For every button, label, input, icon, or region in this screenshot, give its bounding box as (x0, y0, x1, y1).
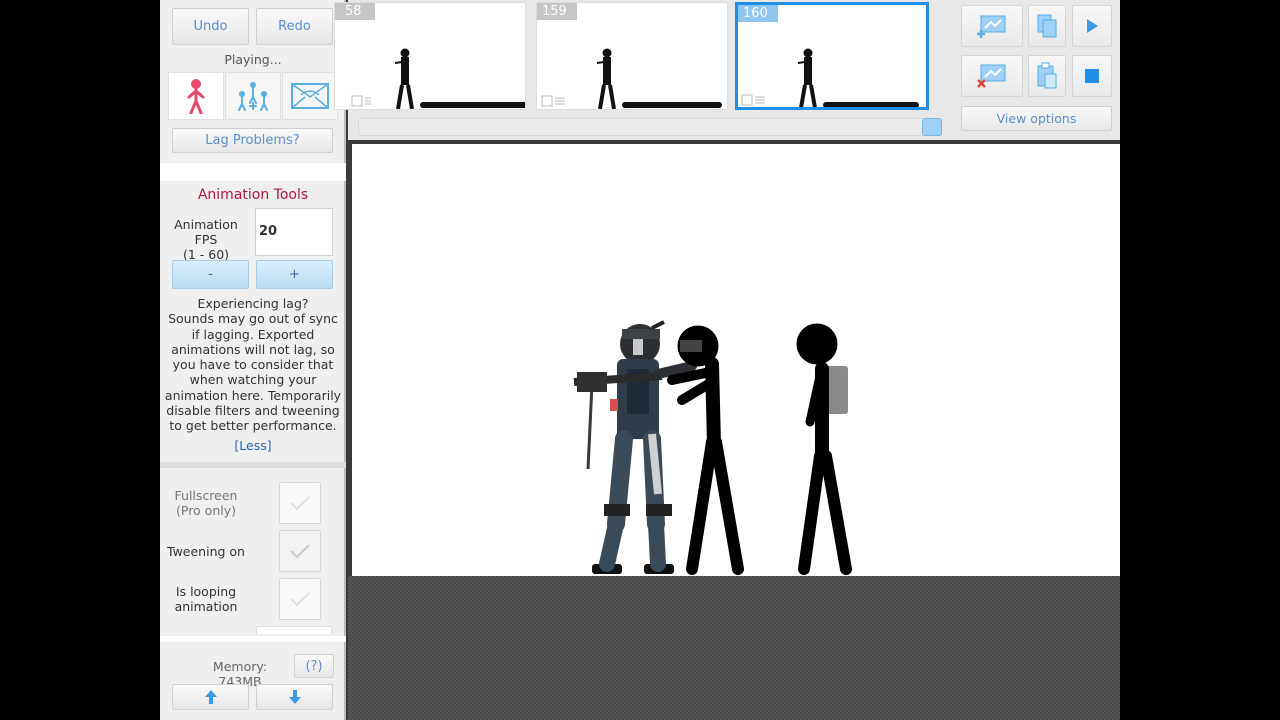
soldier-figure (573, 320, 697, 574)
move-down-button[interactable] (256, 684, 333, 710)
undo-button[interactable]: Undo (172, 8, 249, 45)
paste-frame-button[interactable] (1028, 55, 1066, 97)
divider (160, 462, 346, 468)
fps-label: Animation FPS (1 - 60) (174, 217, 238, 262)
lag-problems-button[interactable]: Lag Problems? (172, 128, 333, 153)
view-options-button[interactable]: View options (961, 106, 1112, 131)
partial-control (256, 626, 332, 634)
stickfigure-red-icon (187, 79, 205, 114)
background-image-icon (291, 83, 329, 109)
checkmark-icon (290, 592, 310, 607)
group-figures-icon (238, 82, 268, 111)
delete-frame-icon (977, 64, 1006, 88)
redo-button[interactable]: Redo (256, 8, 333, 45)
frame-thumbnail[interactable]: 58 (334, 2, 526, 110)
single-figure-mode-button[interactable] (168, 72, 224, 120)
paste-icon (1037, 62, 1057, 89)
animation-canvas[interactable] (352, 144, 1120, 576)
arrow-down-icon (288, 690, 301, 704)
frame-thumbnail[interactable]: 159 (536, 2, 728, 110)
lag-help-text: Experiencing lag? Sounds may go out of s… (164, 296, 342, 434)
playback-status: Playing... (224, 52, 282, 67)
checkmark-icon (290, 496, 310, 511)
stop-icon (1085, 69, 1099, 83)
add-frame-button[interactable] (961, 5, 1023, 47)
looping-checkbox[interactable] (279, 578, 321, 620)
copy-icon (1037, 14, 1057, 38)
fps-input[interactable]: 20 (255, 208, 333, 256)
memory-help-button[interactable]: (?) (294, 654, 334, 678)
less-link[interactable]: [Less] (160, 438, 346, 453)
frame-thumbnail-selected[interactable]: 160 (735, 2, 929, 110)
move-up-button[interactable] (172, 684, 249, 710)
tweening-checkbox[interactable] (279, 530, 321, 572)
frame-preview (741, 48, 919, 107)
fps-increase-button[interactable]: + (256, 260, 333, 289)
scene-figures (573, 320, 852, 575)
frame-preview (541, 48, 722, 109)
app-window: Undo Redo Playing... Lag Problems? Anima… (160, 0, 1120, 720)
looping-label: Is looping animation (174, 584, 238, 614)
multi-figure-mode-button[interactable] (225, 72, 281, 120)
fullscreen-label: Fullscreen (Pro only) (174, 488, 238, 518)
masked-stickman (667, 325, 744, 575)
fullscreen-checkbox[interactable] (279, 482, 321, 524)
divider (160, 636, 346, 642)
divider (160, 163, 346, 181)
frame-tools-panel: View options (952, 0, 1120, 140)
checkmark-icon (290, 544, 310, 559)
animation-tools-title: Animation Tools (197, 187, 309, 203)
add-frame-icon (977, 15, 1006, 38)
frame-preview (351, 48, 525, 109)
tweening-label: Tweening on (167, 544, 245, 559)
ground-area (348, 576, 1120, 720)
copy-frame-button[interactable] (1028, 5, 1066, 47)
timeline-scrollbar[interactable] (358, 118, 942, 136)
arrow-up-icon (204, 690, 217, 704)
background-mode-button[interactable] (282, 72, 338, 120)
delete-frame-button[interactable] (961, 55, 1023, 97)
stop-button[interactable] (1072, 55, 1112, 97)
play-icon (1087, 19, 1098, 33)
fps-decrease-button[interactable]: - (172, 260, 249, 289)
left-panel: Undo Redo Playing... Lag Problems? Anima… (160, 0, 346, 720)
play-button[interactable] (1072, 5, 1112, 47)
backpack-stickman (796, 323, 852, 575)
timeline-scroll-thumb[interactable] (922, 118, 942, 136)
